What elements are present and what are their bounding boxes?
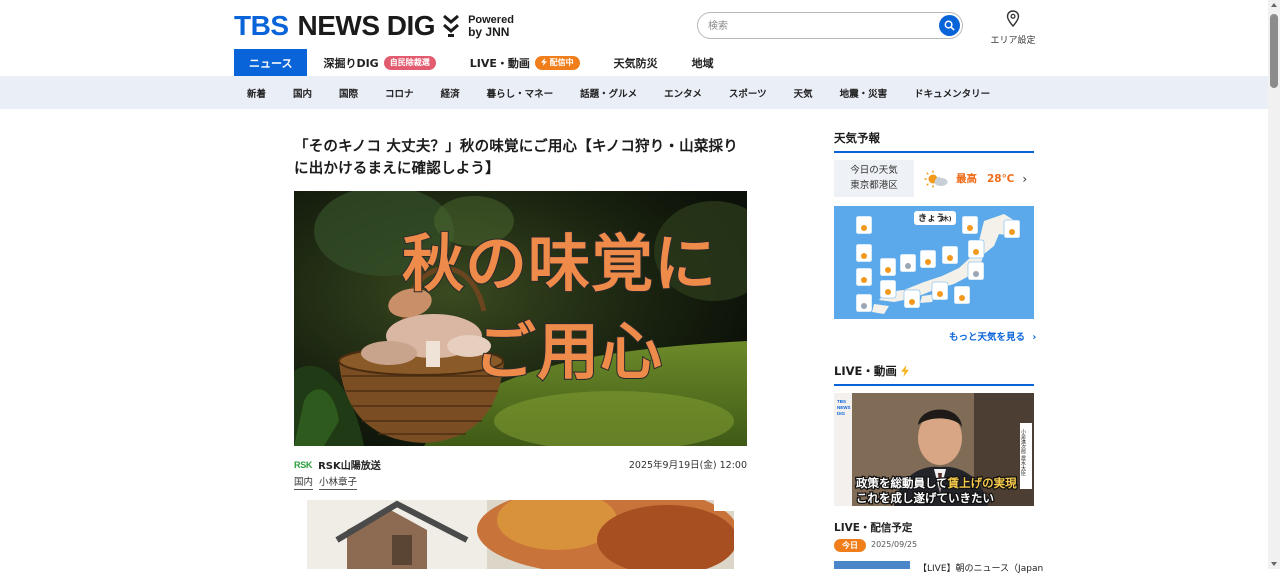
live-now-badge: 配信中 bbox=[534, 55, 580, 70]
weather-heading-underline bbox=[834, 151, 1034, 153]
live-caption-line1: 政策を総動員して賃上げの実現 bbox=[855, 475, 1018, 492]
nav-live-video[interactable]: LIVE・動画 配信中 bbox=[470, 49, 580, 76]
live-video-thumbnail[interactable]: TBS NEWS DIG 小泉進次郎 農水大臣 政策を総動員して賃上げの実現 こ… bbox=[834, 393, 1034, 506]
category-documentary[interactable]: ドキュメンタリー bbox=[914, 86, 990, 100]
live-video-heading: LIVE・動画 bbox=[834, 363, 1034, 379]
logo-news-dig: NEWS DIG bbox=[297, 10, 436, 41]
hero-text-line1: 秋の味覚に bbox=[401, 226, 718, 301]
article-source-name: RSK山陽放送 bbox=[318, 461, 381, 472]
lightning-icon bbox=[900, 365, 909, 377]
category-corona[interactable]: コロナ bbox=[385, 86, 414, 100]
article-tags: 国内 小林章子 bbox=[294, 474, 363, 490]
more-weather-label: もっと天気を見る bbox=[949, 332, 1026, 343]
category-entertainment[interactable]: エンタメ bbox=[664, 86, 702, 100]
today-weather-location: 今日の天気 東京都港区 bbox=[834, 160, 914, 197]
map-day: (木) bbox=[940, 215, 952, 223]
lightning-icon bbox=[540, 57, 547, 66]
search-input[interactable] bbox=[708, 17, 928, 35]
live-video-section: LIVE・動画 bbox=[834, 363, 1034, 386]
article-hero-image[interactable]: 秋の味覚に ご用心 bbox=[294, 191, 747, 446]
today-weather-label: 今日の天気 bbox=[850, 165, 898, 176]
scroll-up-arrow-icon[interactable] bbox=[1271, 3, 1277, 7]
powered-by-jnn: Powered by JNN bbox=[468, 14, 514, 39]
more-weather-link[interactable]: もっと天気を見る › bbox=[949, 329, 1036, 343]
nav-live-label: LIVE・動画 bbox=[469, 56, 530, 70]
nav-weather-disaster[interactable]: 天気防災 bbox=[614, 49, 658, 76]
live-video-heading-label: LIVE・動画 bbox=[834, 364, 897, 378]
live-logo-line3: DIG bbox=[837, 411, 846, 416]
weather-high-value: 28℃ bbox=[987, 172, 1015, 185]
schedule-item-thumbnail[interactable] bbox=[834, 561, 910, 569]
weather-high-label: 最高 bbox=[956, 173, 977, 185]
chevron-right-icon: › bbox=[1022, 171, 1028, 186]
tag-author[interactable]: 小林章子 bbox=[319, 474, 358, 490]
search-box bbox=[697, 12, 963, 39]
category-nav: 新着 国内 国際 コロナ 経済 暮らし・マネー 話題・グルメ エンタメ スポーツ… bbox=[0, 76, 1268, 109]
schedule-heading: LIVE・配信予定 bbox=[834, 522, 913, 534]
advertisement[interactable] bbox=[307, 500, 734, 569]
live-side-name: 小泉進次郎 農水大臣 bbox=[1020, 428, 1026, 476]
powered-line2: by JNN bbox=[468, 24, 510, 39]
chevron-right-icon: › bbox=[1032, 332, 1037, 343]
rsk-logo: RSK bbox=[294, 459, 313, 470]
live-caption-line1a: 政策を総動員して bbox=[855, 475, 949, 492]
logo-tbs: TBS bbox=[234, 10, 289, 41]
category-economy[interactable]: 経済 bbox=[441, 86, 460, 100]
article-meta: RSK RSK山陽放送 2025年9月19日(金) 12:00 bbox=[294, 456, 747, 473]
weather-map[interactable]: きょう (木) bbox=[834, 206, 1034, 319]
nav-news-label: ニュース bbox=[249, 56, 293, 70]
nav-region[interactable]: 地域 bbox=[692, 49, 714, 76]
category-topics-gourmet[interactable]: 話題・グルメ bbox=[580, 86, 637, 100]
ad-choices-icon[interactable] bbox=[714, 500, 734, 511]
live-now-text: 配信中 bbox=[549, 57, 574, 67]
sunny-cloudy-icon bbox=[924, 170, 948, 187]
nav-deep-dig[interactable]: 深掘りDIG 自民除裁選 bbox=[323, 49, 436, 76]
weather-heading: 天気予報 bbox=[834, 131, 880, 145]
search-button[interactable] bbox=[939, 15, 960, 36]
nav-news[interactable]: ニュース bbox=[234, 49, 308, 76]
main-nav: ニュース 深掘りDIG 自民除裁選 LIVE・動画 配信中 天気防災 地域 bbox=[234, 49, 748, 76]
category-life-money[interactable]: 暮らし・マネー bbox=[487, 86, 554, 100]
article-header: 「そのキノコ 大丈夫？」秋の味覚にご用心【キノコ狩り・山菜採りに出かけるまえに確… bbox=[294, 136, 748, 180]
category-domestic[interactable]: 国内 bbox=[293, 86, 312, 100]
nav-deep-dig-label: 深掘りDIG bbox=[323, 56, 379, 70]
live-heading-underline bbox=[834, 384, 1034, 386]
live-logo-line1: TBS bbox=[837, 399, 846, 404]
article-title: 「そのキノコ 大丈夫？」秋の味覚にご用心【キノコ狩り・山菜採りに出かけるまえに確… bbox=[294, 139, 738, 177]
live-caption-line2: これを成し遂げていきたい bbox=[855, 490, 996, 506]
category-new[interactable]: 新着 bbox=[247, 86, 266, 100]
search-icon bbox=[944, 20, 955, 31]
japan-weather-map: きょう (木) bbox=[834, 206, 1034, 319]
today-weather-card[interactable]: 今日の天気 東京都港区 最高 28℃ › bbox=[834, 160, 1034, 197]
election-badge: 自民除裁選 bbox=[383, 55, 436, 70]
category-sports[interactable]: スポーツ bbox=[729, 86, 767, 100]
nav-weather-label: 天気防災 bbox=[613, 56, 658, 70]
article-source[interactable]: RSK RSK山陽放送 bbox=[294, 457, 381, 473]
site-header: TBS NEWS DIG Powered by JNN エリア設定 bbox=[0, 0, 1268, 48]
scroll-down-arrow-icon[interactable] bbox=[1271, 562, 1277, 566]
category-international[interactable]: 国際 bbox=[339, 86, 358, 100]
nav-region-label: 地域 bbox=[691, 56, 714, 70]
live-caption-highlight: 賃上げの実現 bbox=[946, 475, 1018, 492]
weather-location-label: 東京都港区 bbox=[850, 180, 898, 191]
live-logo-line2: NEWS bbox=[837, 405, 851, 410]
ad-image bbox=[307, 500, 734, 569]
category-weather[interactable]: 天気 bbox=[794, 86, 813, 100]
category-earthquake-disaster[interactable]: 地震・災害 bbox=[840, 86, 888, 100]
page-scrollbar[interactable] bbox=[1268, 0, 1280, 569]
article-date: 2025年9月19日(金) 12:00 bbox=[628, 460, 747, 471]
site-logo[interactable]: TBS NEWS DIG Powered by JNN bbox=[234, 10, 514, 42]
today-badge[interactable]: 今日 bbox=[834, 539, 866, 552]
scrollbar-thumb[interactable] bbox=[1270, 14, 1278, 88]
tag-domestic[interactable]: 国内 bbox=[294, 474, 314, 490]
schedule-date: 2025/09/25 bbox=[871, 540, 918, 549]
schedule-item-title[interactable]: 【LIVE】朝のニュース（Japan bbox=[918, 561, 1043, 574]
area-setting-button[interactable]: エリア設定 bbox=[990, 10, 1036, 46]
location-pin-icon bbox=[1006, 10, 1020, 28]
hero-text-line2: ご用心 bbox=[473, 314, 664, 389]
today-weather-forecast: 最高 28℃ › bbox=[914, 160, 1034, 197]
area-setting-label: エリア設定 bbox=[990, 36, 1036, 46]
dig-mark-icon bbox=[443, 14, 460, 37]
weather-section: 天気予報 bbox=[834, 130, 1034, 153]
